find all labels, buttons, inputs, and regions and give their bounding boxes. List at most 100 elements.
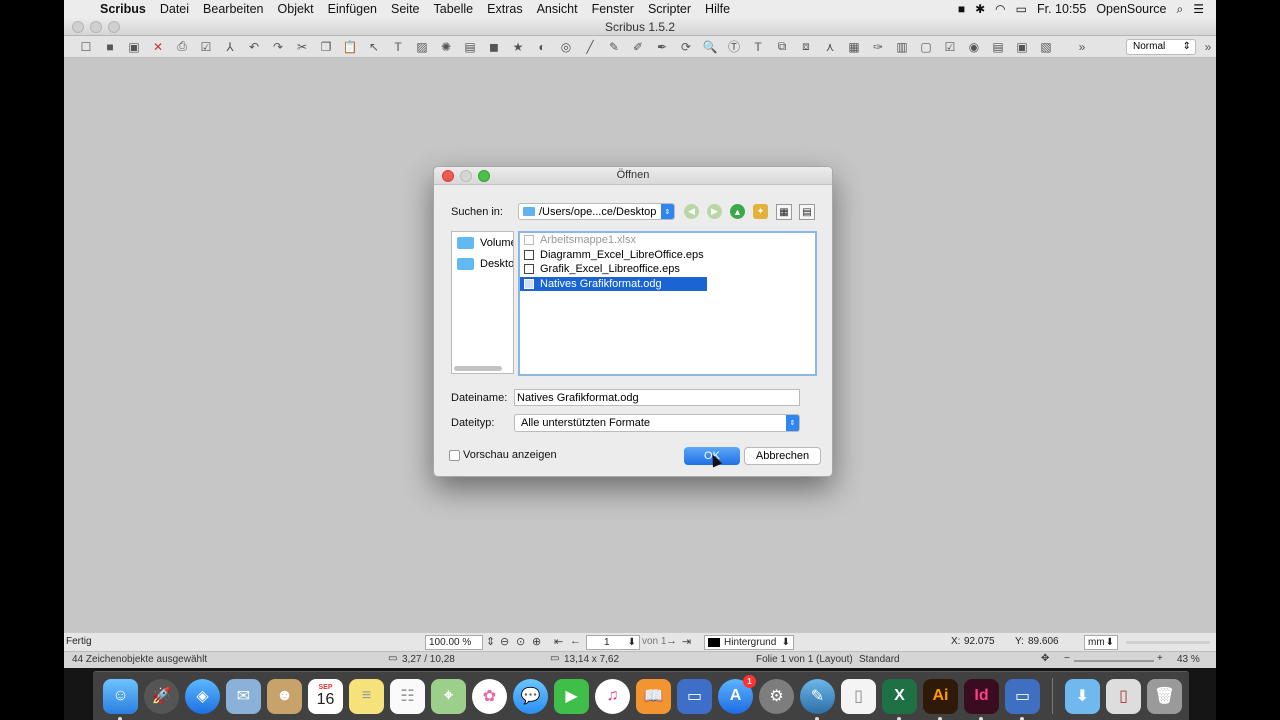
excel-icon[interactable]: X <box>882 678 917 720</box>
notification-center-icon[interactable]: ☰ <box>1193 2 1204 16</box>
sidebar-item-desktop[interactable]: Deskto <box>452 253 513 274</box>
messages-icon[interactable]: 💬 <box>513 678 548 714</box>
ibooks-icon[interactable]: 📖 <box>636 678 671 714</box>
detail-view-icon[interactable]: ▤ <box>799 204 815 220</box>
export-pdf-icon[interactable]: ⅄ <box>218 37 242 57</box>
launchpad-icon[interactable]: 🚀 <box>144 678 179 714</box>
pdf-annotation-icon[interactable]: ▧ <box>1034 37 1058 57</box>
menu-scripter[interactable]: Scripter <box>641 2 698 16</box>
illustrator-icon[interactable]: Ai <box>923 678 958 720</box>
select-tool-icon[interactable]: ↖ <box>362 37 386 57</box>
forward-icon[interactable]: ▶ <box>707 204 722 219</box>
undo-icon[interactable]: ↶ <box>242 37 266 57</box>
table-icon[interactable]: ▤ <box>458 37 482 57</box>
image-frame-icon[interactable]: ▨ <box>410 37 434 57</box>
polygon-icon[interactable]: ★ <box>506 37 530 57</box>
facetime-icon[interactable]: ▶ <box>554 678 589 714</box>
sidebar-scrollbar[interactable] <box>454 366 502 371</box>
next-page-icon[interactable]: → <box>666 635 677 647</box>
menu-hilfe[interactable]: Hilfe <box>698 2 737 16</box>
menu-objekt[interactable]: Objekt <box>271 2 321 16</box>
zoom-minus-icon[interactable]: − <box>1064 653 1070 664</box>
new-document-icon[interactable]: ☐ <box>74 37 98 57</box>
photos-icon[interactable]: ✿ <box>472 678 507 714</box>
video-record-icon[interactable]: ■ <box>958 2 965 16</box>
trash-icon[interactable]: 🗑 <box>1147 678 1182 714</box>
last-page-icon[interactable]: ⇥ <box>682 635 691 648</box>
scribus-app-icon[interactable]: ✎ <box>800 678 835 720</box>
filetype-select[interactable]: Alle unterstützten Formate ⇕ <box>514 414 800 432</box>
zoom-100-icon[interactable]: ⊙ <box>516 635 525 648</box>
maps-icon[interactable]: ⌖ <box>431 678 466 714</box>
first-page-icon[interactable]: ⇤ <box>554 635 563 648</box>
toolbar-overflow-icon[interactable]: » <box>1070 37 1094 57</box>
preflight-check-icon[interactable]: ☑ <box>194 37 218 57</box>
rotate-icon[interactable]: ⟳ <box>674 37 698 57</box>
wifi-icon[interactable]: ◠ <box>995 2 1005 16</box>
bluetooth-icon[interactable]: ✱ <box>975 2 985 16</box>
unit-select[interactable]: mm ⬇ <box>1084 635 1118 650</box>
print-icon[interactable]: ⎙ <box>170 37 194 57</box>
downloads-folder-icon[interactable]: ⬇ <box>1065 678 1100 714</box>
menu-einfuegen[interactable]: Einfügen <box>321 2 384 16</box>
system-preferences-icon[interactable]: ⚙ <box>759 678 794 714</box>
parent-directory-icon[interactable]: ▲ <box>730 204 745 219</box>
edit-text-icon[interactable]: Ⓣ <box>722 37 746 57</box>
page-select[interactable]: 1 ⬇ <box>586 635 640 650</box>
prev-page-icon[interactable]: ← <box>570 635 581 647</box>
keynote-icon[interactable]: ▭ <box>677 678 712 714</box>
paste-icon[interactable]: 📋 <box>338 37 362 57</box>
zoom-input[interactable]: 100.00 % <box>425 635 483 650</box>
zoom-in-icon[interactable]: ⊕ <box>532 635 541 648</box>
measure-icon[interactable]: ⋏ <box>818 37 842 57</box>
render-frame-icon[interactable]: ✺ <box>434 37 458 57</box>
copy-properties-icon[interactable]: ▦ <box>842 37 866 57</box>
mail-icon[interactable]: ✉ <box>226 678 261 714</box>
layer-select[interactable]: Hintergrund ⬇ <box>704 635 794 650</box>
filename-input[interactable]: Natives Grafikformat.odg <box>514 389 800 406</box>
redo-icon[interactable]: ↷ <box>266 37 290 57</box>
menu-datei[interactable]: Datei <box>153 2 196 16</box>
notes-icon[interactable]: ≡ <box>349 678 384 714</box>
spotlight-search-icon[interactable]: ⌕ <box>1177 2 1184 17</box>
zoom-icon[interactable]: 🔍 <box>698 37 722 57</box>
freehand-icon[interactable]: ✐ <box>626 37 650 57</box>
calendar-icon[interactable]: SEP 16 <box>308 678 343 714</box>
toolbar-overflow-right-icon[interactable]: » <box>1200 37 1216 57</box>
copy-icon[interactable]: ❐ <box>314 37 338 57</box>
text-frame-icon[interactable]: T <box>386 37 410 57</box>
new-folder-icon[interactable]: ✦ <box>753 204 768 219</box>
menu-tabelle[interactable]: Tabelle <box>427 2 481 16</box>
story-editor-icon[interactable]: T <box>746 37 770 57</box>
preview-checkbox[interactable] <box>449 450 460 461</box>
battery-icon[interactable]: ▭ <box>1016 2 1027 16</box>
shape-icon[interactable]: ◼ <box>482 37 506 57</box>
save-icon[interactable]: ▣ <box>122 37 146 57</box>
menu-fenster[interactable]: Fenster <box>585 2 641 16</box>
zoom-slider[interactable] <box>1074 660 1154 662</box>
menu-app-scribus[interactable]: Scribus <box>92 2 153 16</box>
line-icon[interactable]: ╱ <box>578 37 602 57</box>
itunes-icon[interactable]: ♫ <box>595 678 630 714</box>
pdf-checkbox-icon[interactable]: ☑ <box>938 37 962 57</box>
list-item[interactable]: Arbeitsmappe1.xlsx <box>520 233 707 248</box>
zoom-plus-icon[interactable]: + <box>1157 653 1163 664</box>
list-item[interactable]: Diagramm_Excel_LibreOffice.eps <box>520 248 707 263</box>
eyedropper-icon[interactable]: ✑ <box>866 37 890 57</box>
pdf-combo-icon[interactable]: ▣ <box>1010 37 1034 57</box>
contacts-icon[interactable]: ☻ <box>267 678 302 714</box>
app-store-icon[interactable]: A1 <box>718 674 756 714</box>
menubar-clock[interactable]: Fr. 10:55 <box>1037 2 1086 16</box>
list-item[interactable]: Grafik_Excel_Libreoffice.eps <box>520 262 707 277</box>
keynote-secondary-icon[interactable]: ▭ <box>1005 678 1040 720</box>
arc-icon[interactable]: ◐ <box>530 37 554 57</box>
pdf-list-icon[interactable]: ▤ <box>986 37 1010 57</box>
bezier-icon[interactable]: ✎ <box>602 37 626 57</box>
cut-icon[interactable]: ✂ <box>290 37 314 57</box>
zoom-stepper-icon[interactable]: ⇕ <box>486 635 495 648</box>
safari-icon[interactable]: ◈ <box>185 678 220 714</box>
list-item-selected[interactable]: Natives Grafikformat.odg <box>520 276 707 291</box>
lookin-path-select[interactable]: /Users/ope...ce/Desktop ⇕ <box>518 203 675 220</box>
back-icon[interactable]: ◀ <box>684 204 699 219</box>
zoom-out-icon[interactable]: ⊖ <box>500 635 509 648</box>
